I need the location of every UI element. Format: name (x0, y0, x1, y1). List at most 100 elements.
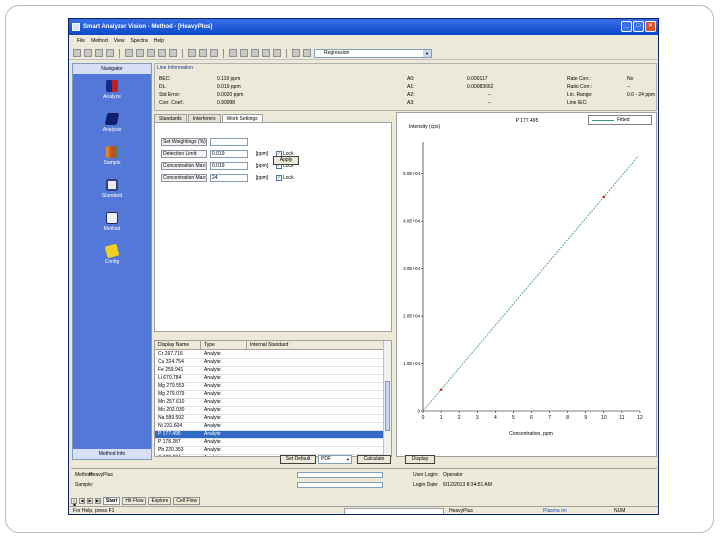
apply-button[interactable]: Apply (273, 156, 299, 165)
spectrum-icon[interactable] (273, 49, 281, 57)
pause-icon[interactable] (229, 49, 237, 57)
table-row[interactable]: P 178.287 Analyte (155, 439, 383, 447)
tab-interferers[interactable]: Interferers (187, 114, 221, 122)
table-row[interactable]: Mn 257.610 Analyte (155, 399, 383, 407)
menu-view[interactable]: View (114, 36, 125, 46)
table-row[interactable]: Mg 279.079 Analyte (155, 391, 383, 399)
menu-spectra[interactable]: Spectra (131, 36, 148, 46)
x-tick-label: 1 (440, 415, 443, 421)
toolbar: Regression ▼ (69, 47, 658, 60)
detection-limit-input[interactable]: 0.019 (210, 149, 248, 158)
settings-tabs: Standards Interferers Work Settings (154, 114, 263, 122)
table-row[interactable]: Ni 231.604 Analyte (155, 423, 383, 431)
open-icon[interactable] (84, 49, 92, 57)
table-row[interactable]: Pb 220.353 Analyte (155, 447, 383, 455)
bar-chart-icon[interactable] (303, 49, 311, 57)
view-select[interactable]: Regression ▼ (314, 48, 432, 58)
cell-internal-standard (247, 375, 383, 382)
nav-item-standard[interactable]: Standard (73, 179, 151, 199)
checkbox-icon[interactable]: ✓ (276, 174, 282, 181)
stop-icon[interactable] (210, 49, 218, 57)
cell-internal-standard (247, 407, 383, 414)
next-tab-icon[interactable]: ▶ (87, 497, 93, 504)
navigator-header[interactable]: Navigator (73, 64, 151, 74)
login-date-value: 6/12/2013 8:34:51 AM (443, 482, 492, 488)
help-icon[interactable] (169, 49, 177, 57)
copy-icon[interactable] (136, 49, 144, 57)
menu-method[interactable]: Method (91, 36, 108, 46)
table-row[interactable]: Cr 267.716 Analyte (155, 351, 383, 359)
new-icon[interactable] (73, 49, 81, 57)
calibration-icon[interactable] (292, 49, 300, 57)
table-scrollbar[interactable] (383, 341, 391, 456)
nav-item-config[interactable]: Config (73, 243, 151, 265)
cell-type: Analyte (204, 415, 221, 421)
nav-item-analyze[interactable]: Analyze (73, 80, 151, 100)
ratio-corr-label: Ratio Corr.: (567, 84, 593, 90)
grid-icon[interactable] (262, 49, 270, 57)
column-type[interactable]: Type (201, 341, 247, 350)
nav-item-method[interactable]: Method (73, 212, 151, 232)
navigator-footer[interactable]: Method Info (73, 449, 151, 459)
maximize-button[interactable]: □ (633, 21, 644, 32)
calculate-button[interactable]: Calculate (357, 455, 391, 464)
export-format-select[interactable]: PDF ▼ (318, 455, 352, 464)
prev-tab-icon[interactable]: ◀ (79, 497, 85, 504)
play-icon[interactable] (240, 49, 248, 57)
column-internal-standard[interactable]: Internal Standard (247, 341, 383, 350)
menu-file[interactable]: File (77, 36, 85, 46)
chevron-down-icon[interactable]: ▼ (423, 49, 431, 57)
title-bar[interactable]: Smart Analyzer Vision - Method - [HeavyP… (69, 19, 658, 35)
table-row[interactable]: Mg 279.553 Analyte (155, 383, 383, 391)
save-icon[interactable] (95, 49, 103, 57)
sheet-tab-cell-flow[interactable]: Cell Flow (173, 496, 200, 505)
minimize-button[interactable]: _ (621, 21, 632, 32)
column-display-name[interactable]: Display Name (155, 341, 201, 350)
x-tick-label: 0 (422, 415, 425, 421)
table-row[interactable]: Li 670.784 Analyte (155, 375, 383, 383)
y-tick-label: 1.0E+04 (403, 361, 420, 366)
table-row[interactable]: Na 589.592 Analyte (155, 415, 383, 423)
tab-standards[interactable]: Standards (154, 114, 187, 122)
weightings-row: Set Weightings (%): (161, 137, 248, 146)
sheet-tab-start[interactable]: Start (103, 496, 121, 505)
cut-icon[interactable] (125, 49, 133, 57)
method-icon[interactable] (188, 49, 196, 57)
first-tab-icon[interactable]: |◀ (71, 497, 77, 506)
cell-type: Analyte (204, 439, 221, 445)
close-button[interactable]: × (645, 21, 656, 32)
toolbar-separator (286, 48, 287, 58)
lin-range-label: Lin. Range: (567, 92, 593, 98)
tab-work-settings[interactable]: Work Settings (221, 114, 263, 122)
concentration-max-2-input[interactable]: 24 (210, 173, 248, 182)
sheet-tab-hit-flow[interactable]: Hit Flow (122, 496, 147, 505)
weightings-input[interactable] (210, 137, 248, 146)
concentration-max-2-lock[interactable]: ✓ Lock (276, 174, 294, 181)
concentration-max-input[interactable]: 0.019 (210, 161, 248, 170)
cell-display-name: Li 670.784 (158, 375, 182, 381)
print-icon[interactable] (106, 49, 114, 57)
scrollbar-thumb[interactable] (385, 381, 390, 431)
table-row[interactable]: P 177.495 Analyte (155, 431, 383, 439)
last-tab-icon[interactable]: ▶| (95, 497, 101, 504)
x-axis-label: Concentration, ppm (509, 431, 553, 437)
sheet-tab-explore[interactable]: Explore (148, 496, 172, 505)
table-row[interactable]: Cu 324.754 Analyte (155, 359, 383, 367)
chevron-down-icon[interactable]: ▼ (346, 456, 350, 463)
toolbar-separator (119, 48, 120, 58)
toolbar-separator (223, 48, 224, 58)
cell-type: Analyte (201, 455, 247, 456)
set-default-button[interactable]: Set Default (280, 455, 316, 464)
undo-icon[interactable] (158, 49, 166, 57)
display-button[interactable]: Display (405, 455, 435, 464)
table-row[interactable]: Fe 259.941 Analyte (155, 367, 383, 375)
table-row[interactable]: Mo 202.030 Analyte (155, 407, 383, 415)
paste-icon[interactable] (147, 49, 155, 57)
status-field-2 (297, 482, 383, 488)
menu-help[interactable]: Help (154, 36, 164, 46)
nav-item-sample[interactable]: Sample (73, 146, 151, 166)
flag-icon[interactable] (199, 49, 207, 57)
nav-item-analysis[interactable]: Analysis (73, 113, 151, 133)
record-icon[interactable] (251, 49, 259, 57)
cell-display-name: Cu 324.754 (158, 359, 184, 365)
